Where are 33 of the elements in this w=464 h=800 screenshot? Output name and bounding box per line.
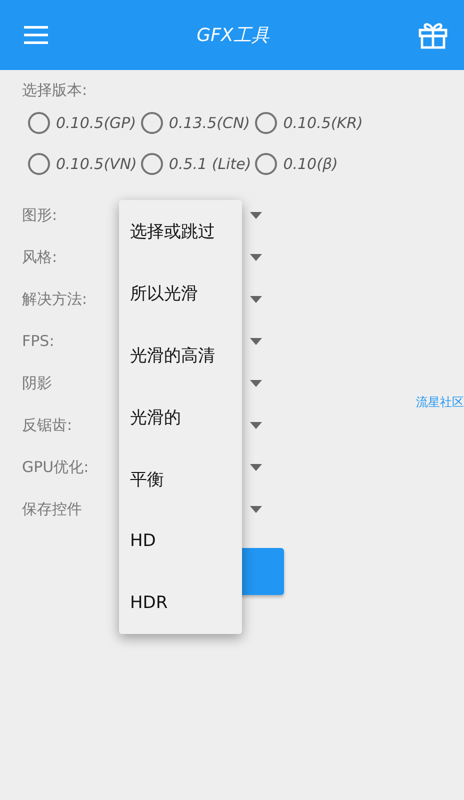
setting-label: GPU优化: (22, 458, 89, 476)
setting-label: 保存控件 (22, 500, 82, 518)
setting-label: FPS: (22, 332, 54, 350)
menu-item[interactable]: HD (119, 510, 242, 572)
setting-label: 风格: (22, 248, 58, 266)
menu-item[interactable]: 光滑的高清 (119, 324, 242, 386)
dropdown-arrow-icon[interactable] (250, 212, 262, 218)
menu-item[interactable]: 平衡 (119, 448, 242, 510)
menu-item[interactable]: 所以光滑 (119, 262, 242, 324)
menu-item[interactable]: 光滑的 (119, 386, 242, 448)
version-radio[interactable]: 0.10(β) (255, 143, 363, 184)
dropdown-arrow-icon[interactable] (250, 506, 262, 512)
version-label: 选择版本: (22, 80, 88, 100)
setting-label: 解决方法: (22, 290, 88, 308)
version-radio[interactable]: 0.13.5(CN) (140, 102, 252, 143)
dropdown-arrow-icon[interactable] (250, 254, 262, 260)
gift-icon[interactable] (418, 21, 448, 49)
menu-item[interactable]: HDR (119, 572, 242, 634)
dropdown-arrow-icon[interactable] (250, 422, 262, 428)
dropdown-arrow-icon[interactable] (250, 464, 262, 470)
version-radio[interactable]: 0.10.5(GP) (28, 102, 137, 143)
setting-label: 反锯齿: (22, 416, 72, 434)
dropdown-arrow-icon[interactable] (250, 296, 262, 302)
menu-icon[interactable] (24, 25, 48, 45)
app-title: GFX工具 (196, 24, 270, 47)
dropdown-arrow-icon[interactable] (250, 338, 262, 344)
version-radio[interactable]: 0.10.5(VN) (28, 143, 137, 184)
setting-label: 阴影 (22, 374, 52, 392)
dropdown-arrow-icon[interactable] (250, 380, 262, 386)
setting-label: 图形: (22, 206, 58, 224)
menu-item[interactable]: 选择或跳过 (119, 200, 242, 262)
version-radio[interactable]: 0.5.1 (Lite) (140, 143, 252, 184)
version-radio[interactable]: 0.10.5(KR) (255, 102, 363, 143)
